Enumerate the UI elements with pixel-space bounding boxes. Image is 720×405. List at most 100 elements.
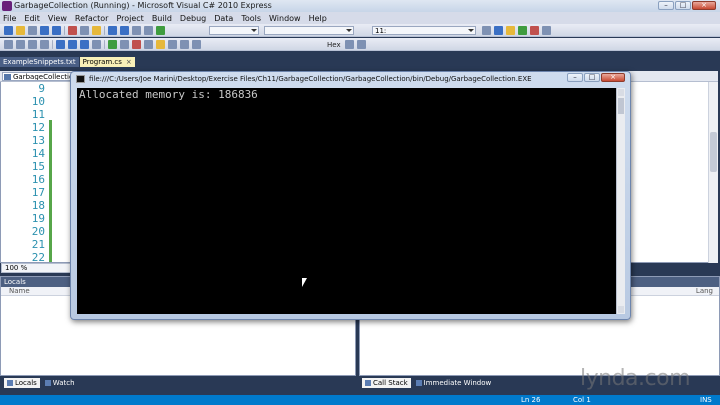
title-bar: GarbageCollection (Running) - Microsoft … [0,0,720,12]
tab-program-cs[interactable]: Program.cs × [79,57,135,67]
menu-help[interactable]: Help [309,14,327,23]
configuration-combo[interactable] [209,26,259,35]
visual-studio-icon [2,1,12,11]
console-output-text: Allocated memory is: 186836 [79,88,258,101]
show-next-statement-icon[interactable] [156,40,165,49]
save-icon[interactable] [40,26,49,35]
start-debugging-icon[interactable] [156,26,165,35]
object-browser-icon[interactable] [518,26,527,35]
uncomment-icon[interactable] [16,40,25,49]
menu-tools[interactable]: Tools [241,14,261,23]
new-project-icon[interactable] [4,26,13,35]
maximize-button[interactable]: □ [675,1,691,10]
scroll-up-arrow-icon[interactable] [618,89,624,96]
copy-icon[interactable] [80,26,89,35]
tab-call-stack[interactable]: Call Stack [362,378,411,388]
platform-combo[interactable] [264,26,354,35]
navigate-forward-icon[interactable] [144,26,153,35]
menu-edit[interactable]: Edit [24,14,40,23]
menu-bar: File Edit View Refactor Project Build De… [0,12,720,24]
comment-icon[interactable] [4,40,13,49]
line-number: 16 [31,173,45,186]
stop-debugging-icon[interactable] [132,40,141,49]
console-output-area[interactable]: Allocated memory is: 186836 [77,88,616,314]
tab-examplesnippets[interactable]: ExampleSnippets.txt [0,57,79,67]
continue-icon[interactable] [108,40,117,49]
indent-icon[interactable] [28,40,37,49]
zoom-level[interactable]: 100 % [1,263,71,273]
menu-project[interactable]: Project [116,14,143,23]
step-out-icon[interactable] [192,40,201,49]
redo-icon[interactable] [120,26,129,35]
scrollbar-thumb[interactable] [710,132,717,172]
editor-vertical-scrollbar[interactable] [708,82,718,263]
status-bar: Ln 26 Col 1 INS [0,395,720,405]
watch-icon [44,380,51,386]
step-over-icon[interactable] [180,40,189,49]
next-bookmark-icon[interactable] [80,40,89,49]
prev-bookmark-icon[interactable] [68,40,77,49]
bottom-right-tabs: Call Stack Immediate Window [362,378,494,388]
status-column: Col 1 [573,396,591,404]
paste-icon[interactable] [92,26,101,35]
find-icon[interactable] [482,26,491,35]
menu-file[interactable]: File [3,14,16,23]
tab-label: Locals [15,379,37,387]
cut-icon[interactable] [68,26,77,35]
debug-toolbar-buttons [4,40,201,49]
menu-debug[interactable]: Debug [180,14,206,23]
scrollbar-thumb[interactable] [618,98,624,114]
close-button[interactable]: × [692,1,716,10]
find-combo[interactable]: 11: [372,26,476,35]
hex-label: Hex [327,41,341,49]
console-close-button[interactable]: × [601,73,625,82]
tab-immediate-window[interactable]: Immediate Window [413,378,495,388]
class-icon [4,74,11,80]
tab-locals[interactable]: Locals [4,378,40,388]
tab-watch[interactable]: Watch [42,378,78,388]
restart-icon[interactable] [144,40,153,49]
output-window-icon[interactable] [357,40,366,49]
close-tab-icon[interactable]: × [126,58,132,66]
navigate-back-icon[interactable] [132,26,141,35]
menu-window[interactable]: Window [269,14,301,23]
tab-label: Call Stack [373,379,408,387]
toolbox-icon[interactable] [530,26,539,35]
extension-manager-icon[interactable] [542,26,551,35]
standard-toolbar: 11: [0,24,720,37]
line-number: 13 [31,134,45,147]
minimize-button[interactable]: – [658,1,674,10]
menu-refactor[interactable]: Refactor [75,14,109,23]
bookmark-icon[interactable] [56,40,65,49]
save-all-icon[interactable] [52,26,61,35]
tab-label: Program.cs [82,58,122,66]
locals-icon [7,380,13,386]
outdent-icon[interactable] [40,40,49,49]
console-window-controls: – □ × [567,73,625,82]
properties-icon[interactable] [506,26,515,35]
console-minimize-button[interactable]: – [567,73,583,82]
menu-build[interactable]: Build [152,14,172,23]
mouse-pointer-icon [302,278,307,287]
console-vertical-scrollbar[interactable] [616,88,625,314]
console-maximize-button[interactable]: □ [584,73,600,82]
console-window[interactable]: file:///C:/Users/Joe Marini/Desktop/Exer… [70,71,631,320]
line-number: 19 [31,212,45,225]
line-number: 18 [31,199,45,212]
line-number: 22 [31,251,45,261]
menu-view[interactable]: View [48,14,67,23]
hex-display-button[interactable]: Hex [327,40,341,49]
break-all-icon[interactable] [120,40,129,49]
document-tabs: ExampleSnippets.txt Program.cs × [0,57,135,67]
scroll-down-arrow-icon[interactable] [618,306,624,313]
type-navigation-combo[interactable]: GarbageCollection [2,72,72,81]
clear-bookmarks-icon[interactable] [92,40,101,49]
line-number: 12 [31,121,45,134]
undo-icon[interactable] [108,26,117,35]
add-item-icon[interactable] [28,26,37,35]
breakpoints-window-icon[interactable] [345,40,354,49]
solution-explorer-icon[interactable] [494,26,503,35]
menu-data[interactable]: Data [214,14,233,23]
open-icon[interactable] [16,26,25,35]
step-into-icon[interactable] [168,40,177,49]
